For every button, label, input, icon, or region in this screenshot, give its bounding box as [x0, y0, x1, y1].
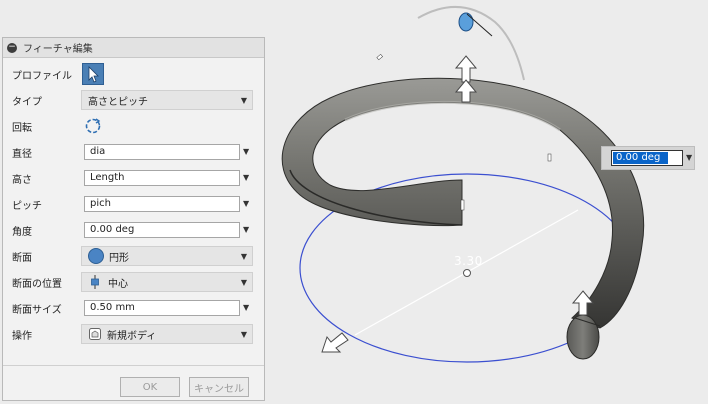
height-dropdown-icon[interactable]: ▼ [243, 173, 249, 182]
panel-title: フィーチャ編集 [23, 44, 93, 55]
type-label: タイプ [12, 97, 42, 108]
center-position-icon [91, 275, 99, 289]
row-section-position: 断面の位置 中心 ▼ [3, 271, 264, 293]
angle-label: 角度 [12, 227, 32, 238]
panel-divider [3, 365, 264, 366]
cancel-button[interactable]: キャンセル [189, 377, 249, 397]
type-dropdown[interactable]: 高さとピッチ ▼ [81, 90, 253, 110]
ok-button[interactable]: OK [120, 377, 180, 397]
row-diameter: 直径 dia ▼ [3, 141, 264, 163]
height-input[interactable]: Length [84, 170, 240, 186]
section-value: 円形 [109, 252, 129, 264]
diameter-dropdown-icon[interactable]: ▼ [243, 147, 249, 156]
section-position-dropdown[interactable]: 中心 ▼ [81, 272, 253, 292]
coil-end-cap [566, 314, 600, 360]
row-angle: 角度 0.00 deg ▼ [3, 219, 264, 241]
operation-dropdown[interactable]: 新規ボディ ▼ [81, 324, 253, 344]
panel-header[interactable]: − フィーチャ編集 [3, 38, 264, 58]
chevron-down-icon: ▼ [240, 278, 247, 287]
rotation-direction-icon[interactable] [84, 117, 102, 135]
angle-field[interactable]: 0.00 deg [84, 222, 240, 238]
angle-input-box: 0.00 deg ▼ [601, 146, 695, 170]
row-section: 断面 円形 ▼ [3, 245, 264, 267]
row-section-size: 断面サイズ 0.50 mm ▼ [3, 297, 264, 319]
diameter-dimension-label: 3.30 [454, 254, 483, 268]
section-size-dropdown-icon[interactable]: ▼ [243, 303, 249, 312]
row-rotation: 回転 [3, 115, 264, 137]
cursor-icon [88, 66, 99, 83]
angle-dropdown-icon[interactable]: ▼ [686, 153, 692, 162]
circle-shape-icon [88, 248, 104, 264]
diameter-input[interactable]: dia [84, 144, 240, 160]
section-size-input[interactable]: 0.50 mm [84, 300, 240, 316]
section-position-value: 中心 [108, 278, 128, 290]
profile-label: プロファイル [12, 71, 72, 82]
rotation-label: 回転 [12, 123, 32, 134]
center-point [463, 269, 471, 277]
angle-input-value: 0.00 deg [613, 152, 668, 164]
height-label: 高さ [12, 175, 32, 186]
section-label: 断面 [12, 253, 32, 264]
chevron-down-icon: ▼ [240, 252, 247, 261]
diameter-arrow-icon[interactable] [321, 332, 349, 353]
section-size-label: 断面サイズ [12, 305, 62, 316]
row-operation: 操作 新規ボディ ▼ [3, 323, 264, 345]
operation-value: 新規ボディ [107, 330, 157, 342]
type-value: 高さとピッチ [88, 96, 148, 108]
chevron-down-icon: ▼ [240, 96, 247, 105]
pitch-dropdown-icon[interactable]: ▼ [243, 199, 249, 208]
operation-label: 操作 [12, 331, 32, 342]
row-height: 高さ Length ▼ [3, 167, 264, 189]
pitch-label: ピッチ [12, 201, 42, 212]
section-position-label: 断面の位置 [12, 279, 62, 290]
row-pitch: ピッチ pich ▼ [3, 193, 264, 215]
row-type: タイプ 高さとピッチ ▼ [3, 89, 264, 111]
new-body-icon [89, 328, 101, 340]
row-profile: プロファイル [3, 63, 264, 85]
angle-field-dropdown-icon[interactable]: ▼ [243, 225, 249, 234]
pitch-input[interactable]: pich [84, 196, 240, 212]
rotation-handle[interactable] [458, 12, 474, 32]
angle-input[interactable]: 0.00 deg [611, 150, 683, 166]
diameter-label: 直径 [12, 149, 32, 160]
feature-edit-panel: − フィーチャ編集 プロファイル タイプ 高さとピッチ ▼ 回転 直径 dia … [2, 37, 265, 401]
collapse-icon[interactable]: − [7, 42, 17, 53]
section-dropdown[interactable]: 円形 ▼ [81, 246, 253, 266]
chevron-down-icon: ▼ [240, 330, 247, 339]
profile-select-button[interactable] [82, 63, 104, 85]
